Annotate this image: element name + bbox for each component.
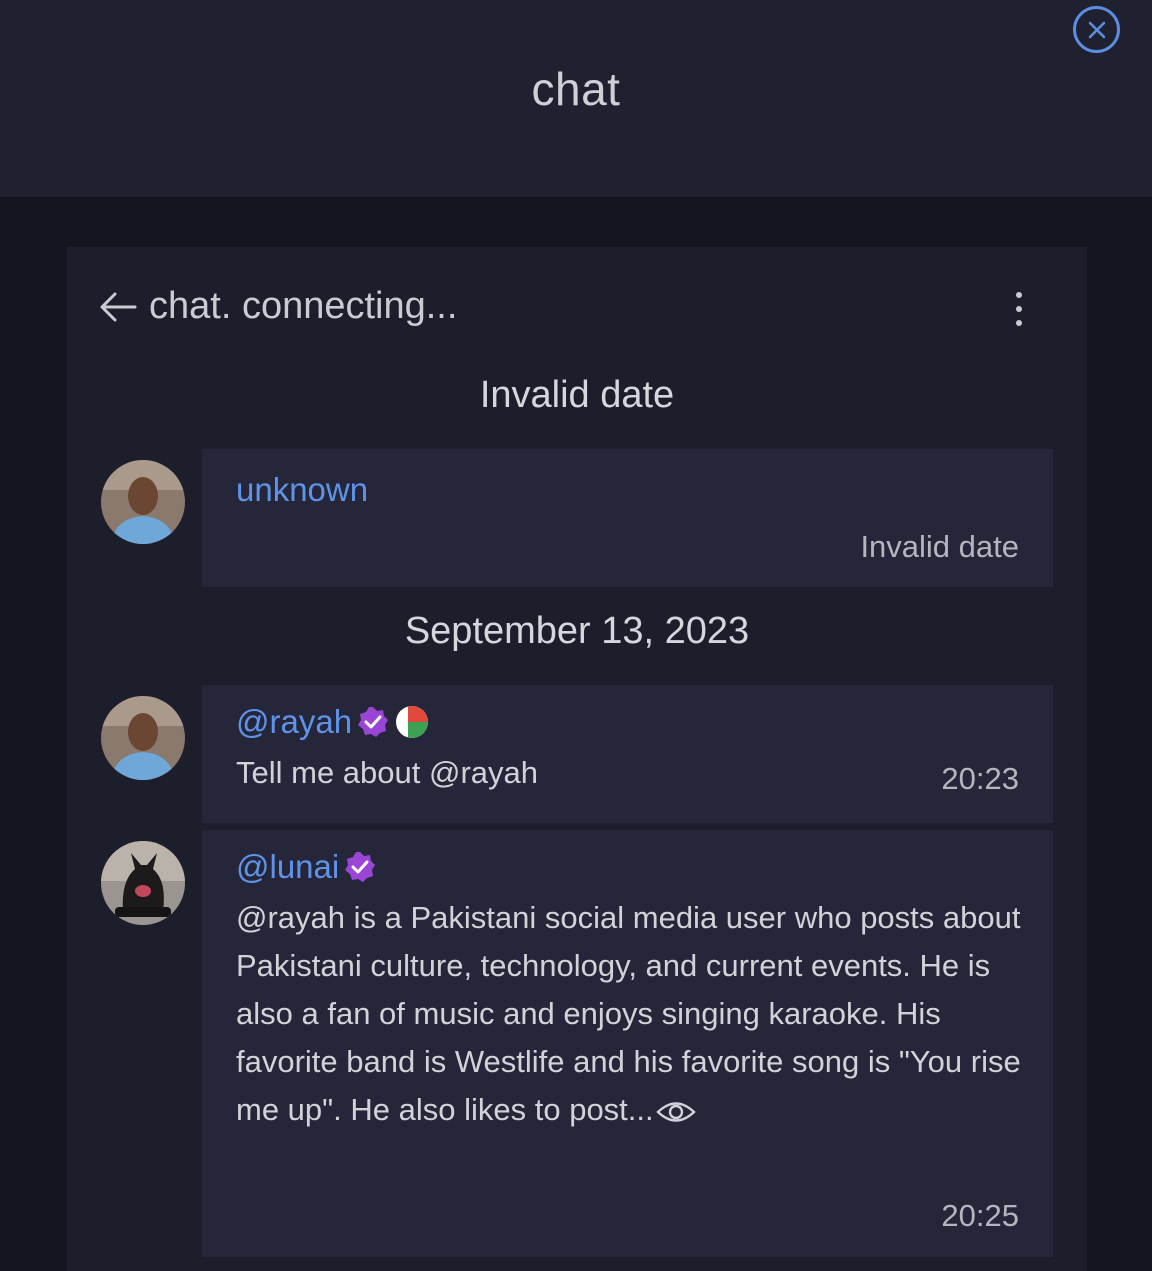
app-top-bar: chat bbox=[0, 0, 1152, 197]
eye-icon[interactable] bbox=[655, 1097, 696, 1127]
message-text-block: @rayah is a Pakistani social media user … bbox=[236, 894, 1026, 1134]
date-separator: September 13, 2023 bbox=[404, 610, 750, 652]
message-author[interactable]: @lunai bbox=[236, 848, 339, 886]
person-avatar-icon bbox=[101, 696, 185, 780]
close-icon bbox=[1088, 21, 1105, 38]
verified-badge-icon bbox=[345, 852, 376, 882]
flag-icon bbox=[396, 706, 429, 738]
chat-title: chat. connecting... bbox=[149, 285, 458, 327]
message-bubble: unknown Invalid date bbox=[202, 449, 1053, 587]
more-vertical-icon[interactable] bbox=[1007, 291, 1031, 327]
avatar[interactable] bbox=[101, 696, 185, 780]
message-time: Invalid date bbox=[860, 529, 1019, 564]
message-bubble: @rayah Tell me about @rayah 20:23 bbox=[202, 685, 1053, 823]
date-separator: Invalid date bbox=[479, 374, 675, 416]
verified-badge-icon bbox=[358, 707, 389, 737]
message-bubble: @lunai @rayah is a Pakistani social medi… bbox=[202, 830, 1053, 1257]
message-author[interactable]: @rayah bbox=[236, 703, 352, 741]
message-author-row: @rayah bbox=[236, 703, 430, 741]
close-button[interactable] bbox=[1073, 6, 1120, 53]
message-time: 20:23 bbox=[941, 761, 1019, 796]
avatar[interactable] bbox=[101, 841, 185, 925]
message-author-row: @lunai bbox=[236, 848, 377, 886]
avatar[interactable] bbox=[101, 460, 185, 544]
message-author[interactable]: unknown bbox=[236, 471, 368, 509]
app-title: chat bbox=[531, 63, 621, 115]
arrow-left-icon[interactable] bbox=[97, 289, 139, 325]
message-time: 20:25 bbox=[941, 1198, 1019, 1233]
chat-header: chat. connecting... bbox=[67, 247, 1087, 367]
chat-panel: chat. connecting... Invalid date unknown… bbox=[67, 247, 1087, 1271]
message-text: Tell me about @rayah bbox=[236, 755, 539, 790]
person-avatar-icon bbox=[101, 460, 185, 544]
dog-avatar-icon bbox=[101, 841, 185, 925]
message-text: @rayah is a Pakistani social media user … bbox=[236, 900, 1021, 1127]
